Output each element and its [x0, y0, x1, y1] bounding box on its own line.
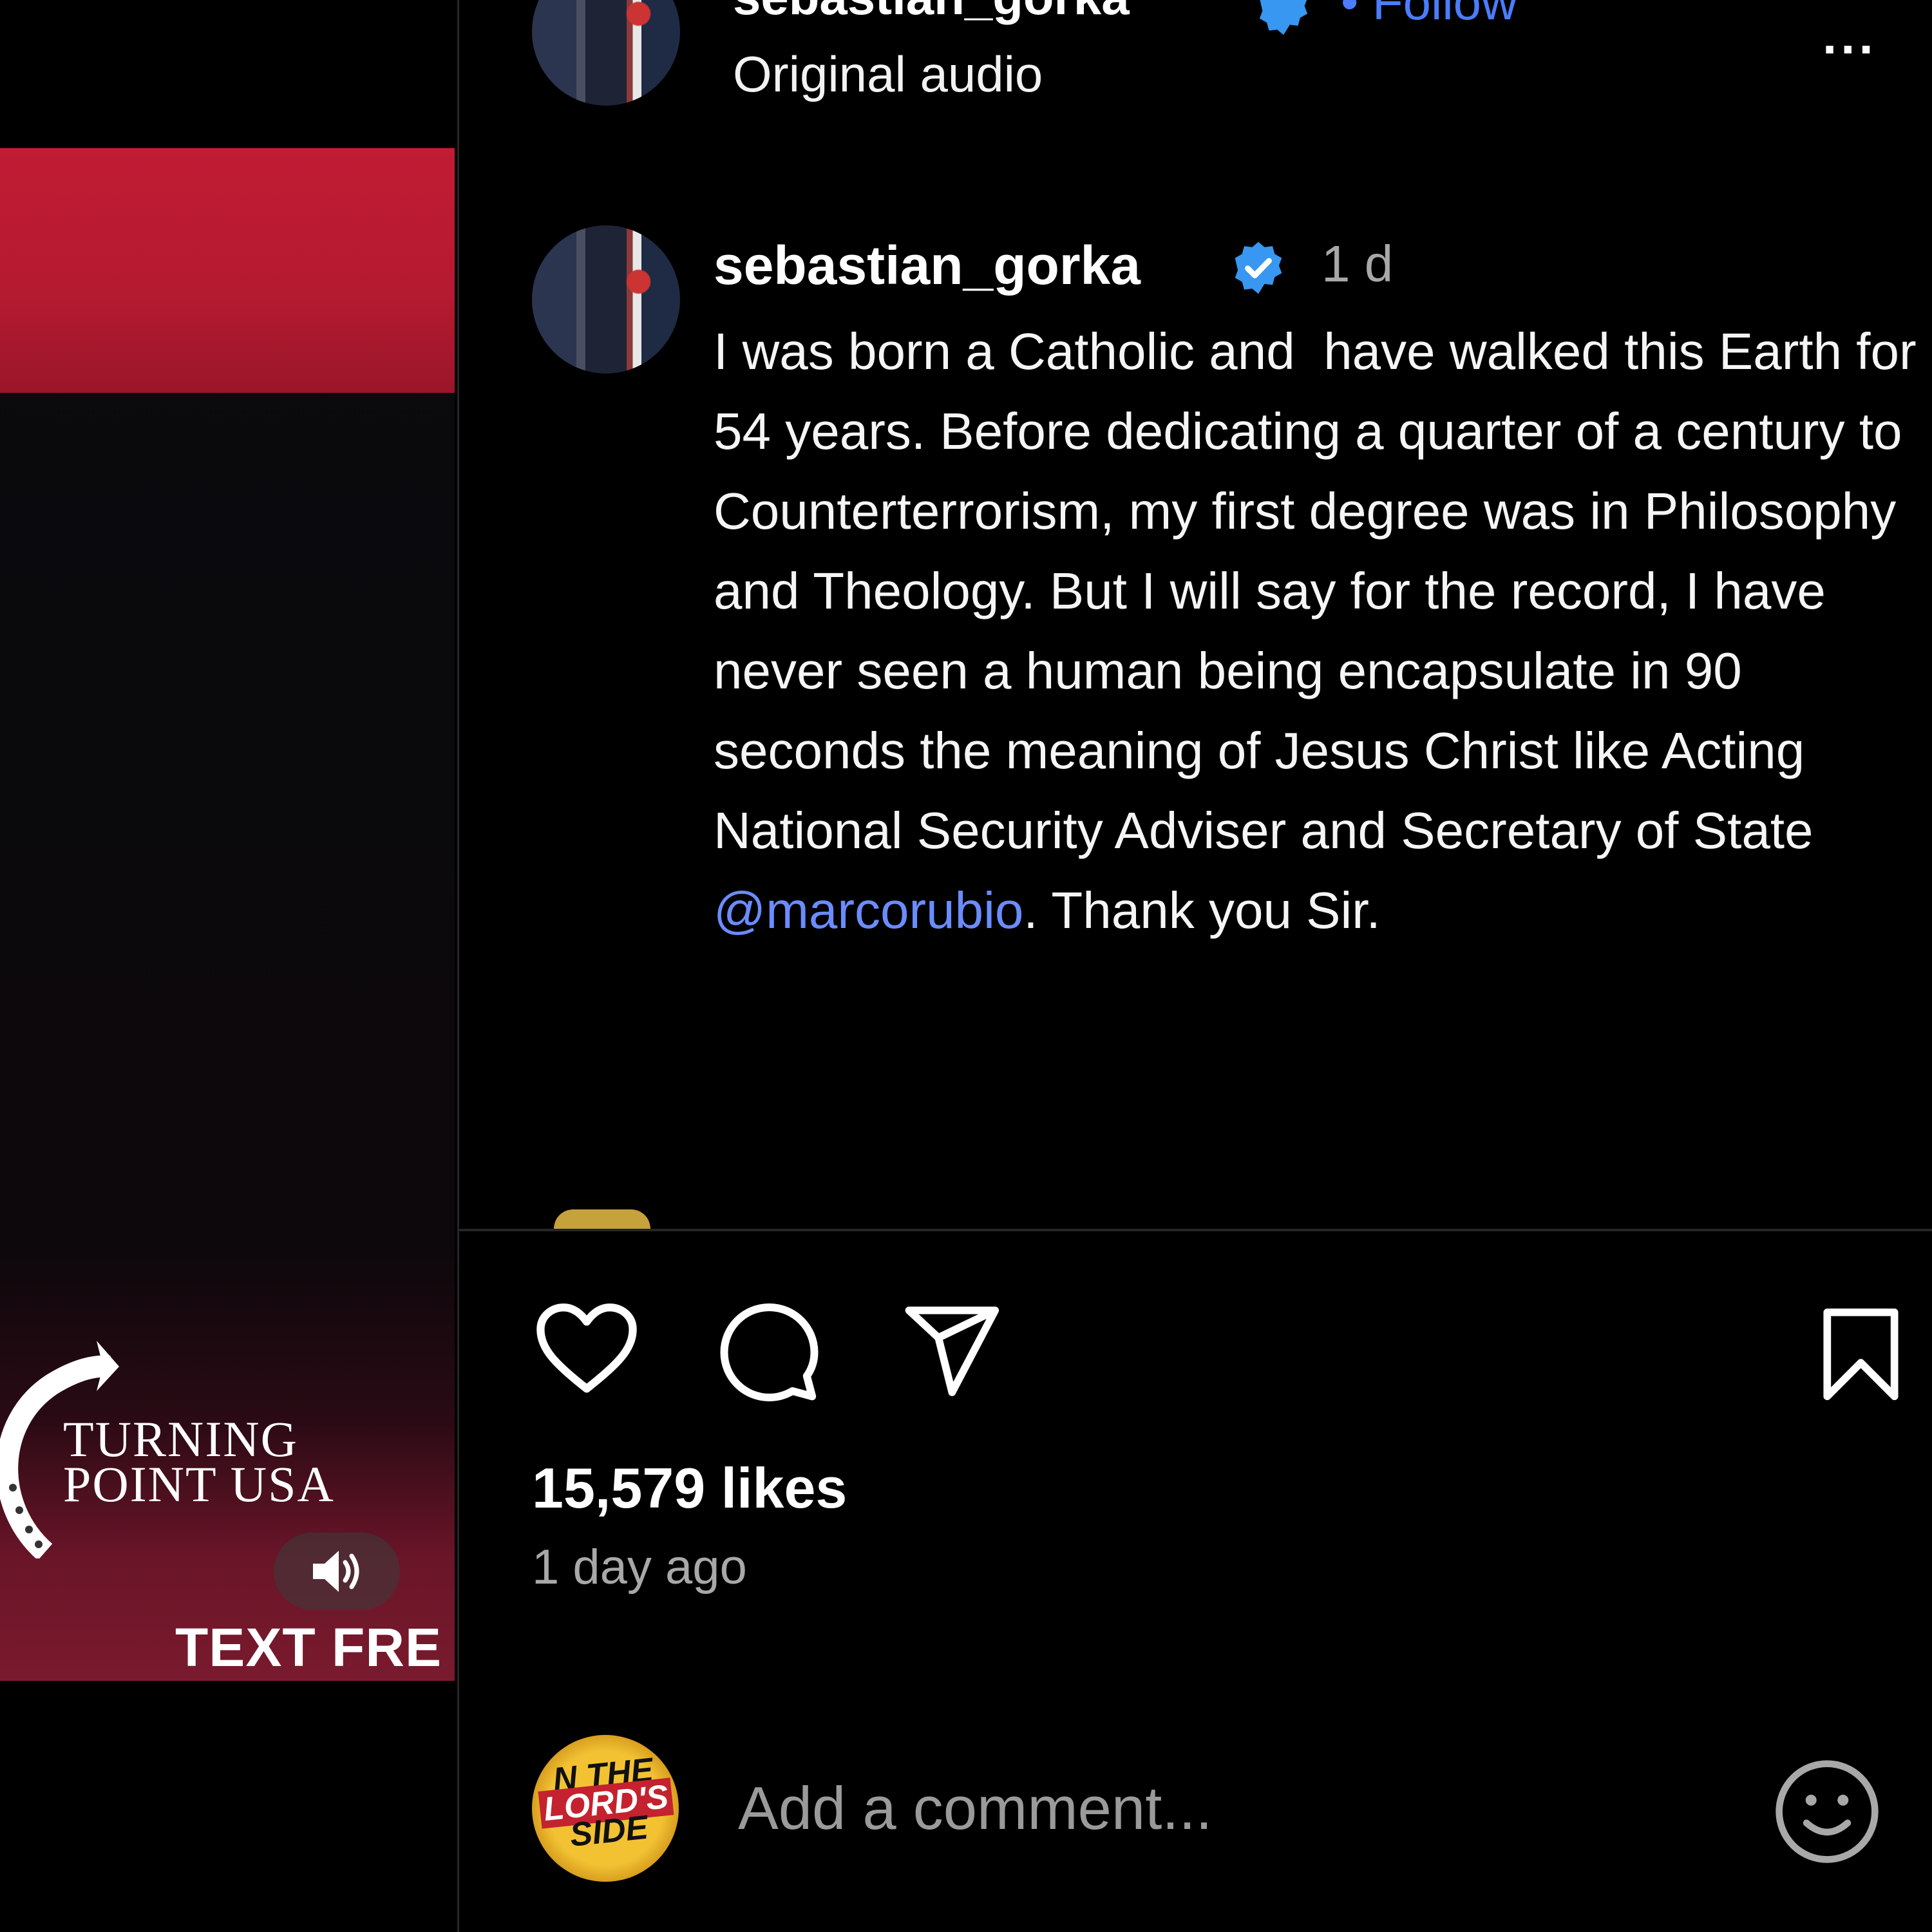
- verified-badge-icon: [1235, 242, 1282, 294]
- turning-point-logo-text: TURNING POINT USA: [63, 1411, 335, 1512]
- follow-separator: •: [1341, 0, 1359, 30]
- verified-badge-icon: [1259, 0, 1308, 35]
- video-red-banner: [0, 148, 455, 393]
- caption-username[interactable]: sebastian_gorka: [714, 234, 1141, 297]
- send-icon[interactable]: [902, 1304, 1005, 1401]
- caption-timestamp[interactable]: 1 d: [1321, 234, 1393, 294]
- next-comment-avatar-peek: [554, 1209, 650, 1229]
- post-date[interactable]: 1 day ago: [532, 1539, 747, 1595]
- caption-author-avatar[interactable]: [532, 225, 680, 374]
- more-options-button[interactable]: ...: [1823, 6, 1877, 66]
- original-audio-link[interactable]: Original audio: [733, 45, 1043, 104]
- actions-divider: [459, 1229, 1932, 1231]
- header-username[interactable]: sebastian_gorka: [733, 0, 1130, 26]
- caption-avatar-image: [532, 225, 680, 374]
- author-avatar[interactable]: [532, 0, 680, 106]
- commenter-avatar: N THE LORD'S SIDE: [532, 1735, 679, 1882]
- caption-text: I was born a Catholic and have walked th…: [714, 312, 1924, 951]
- follow-label: Follow: [1372, 0, 1518, 30]
- author-avatar-image: [532, 0, 680, 106]
- logo-line-1: TURNING: [63, 1411, 298, 1467]
- bookmark-icon[interactable]: [1817, 1306, 1904, 1403]
- logo-line-2: POINT USA: [63, 1456, 335, 1512]
- commenter-avatar-logo: N THE LORD'S SIDE: [535, 1751, 678, 1854]
- caption-body: I was born a Catholic and have walked th…: [714, 323, 1917, 859]
- caption-tail: . Thank you Sir.: [1023, 882, 1381, 939]
- heart-icon[interactable]: [532, 1301, 641, 1397]
- follow-button[interactable]: • Follow: [1341, 0, 1517, 32]
- smiley-icon[interactable]: [1772, 1757, 1882, 1866]
- likes-count[interactable]: 15,579 likes: [532, 1455, 847, 1521]
- panel-divider: [457, 0, 459, 1932]
- mute-button[interactable]: [274, 1533, 400, 1610]
- comment-input[interactable]: [738, 1770, 1704, 1847]
- mention-link[interactable]: @marcorubio: [714, 882, 1023, 939]
- speaker-icon: [313, 1551, 359, 1592]
- comment-icon[interactable]: [716, 1301, 822, 1404]
- reel-video[interactable]: TURNING POINT USA TEXT FRE: [0, 0, 455, 1932]
- video-overlay-text: TEXT FRE: [175, 1617, 442, 1678]
